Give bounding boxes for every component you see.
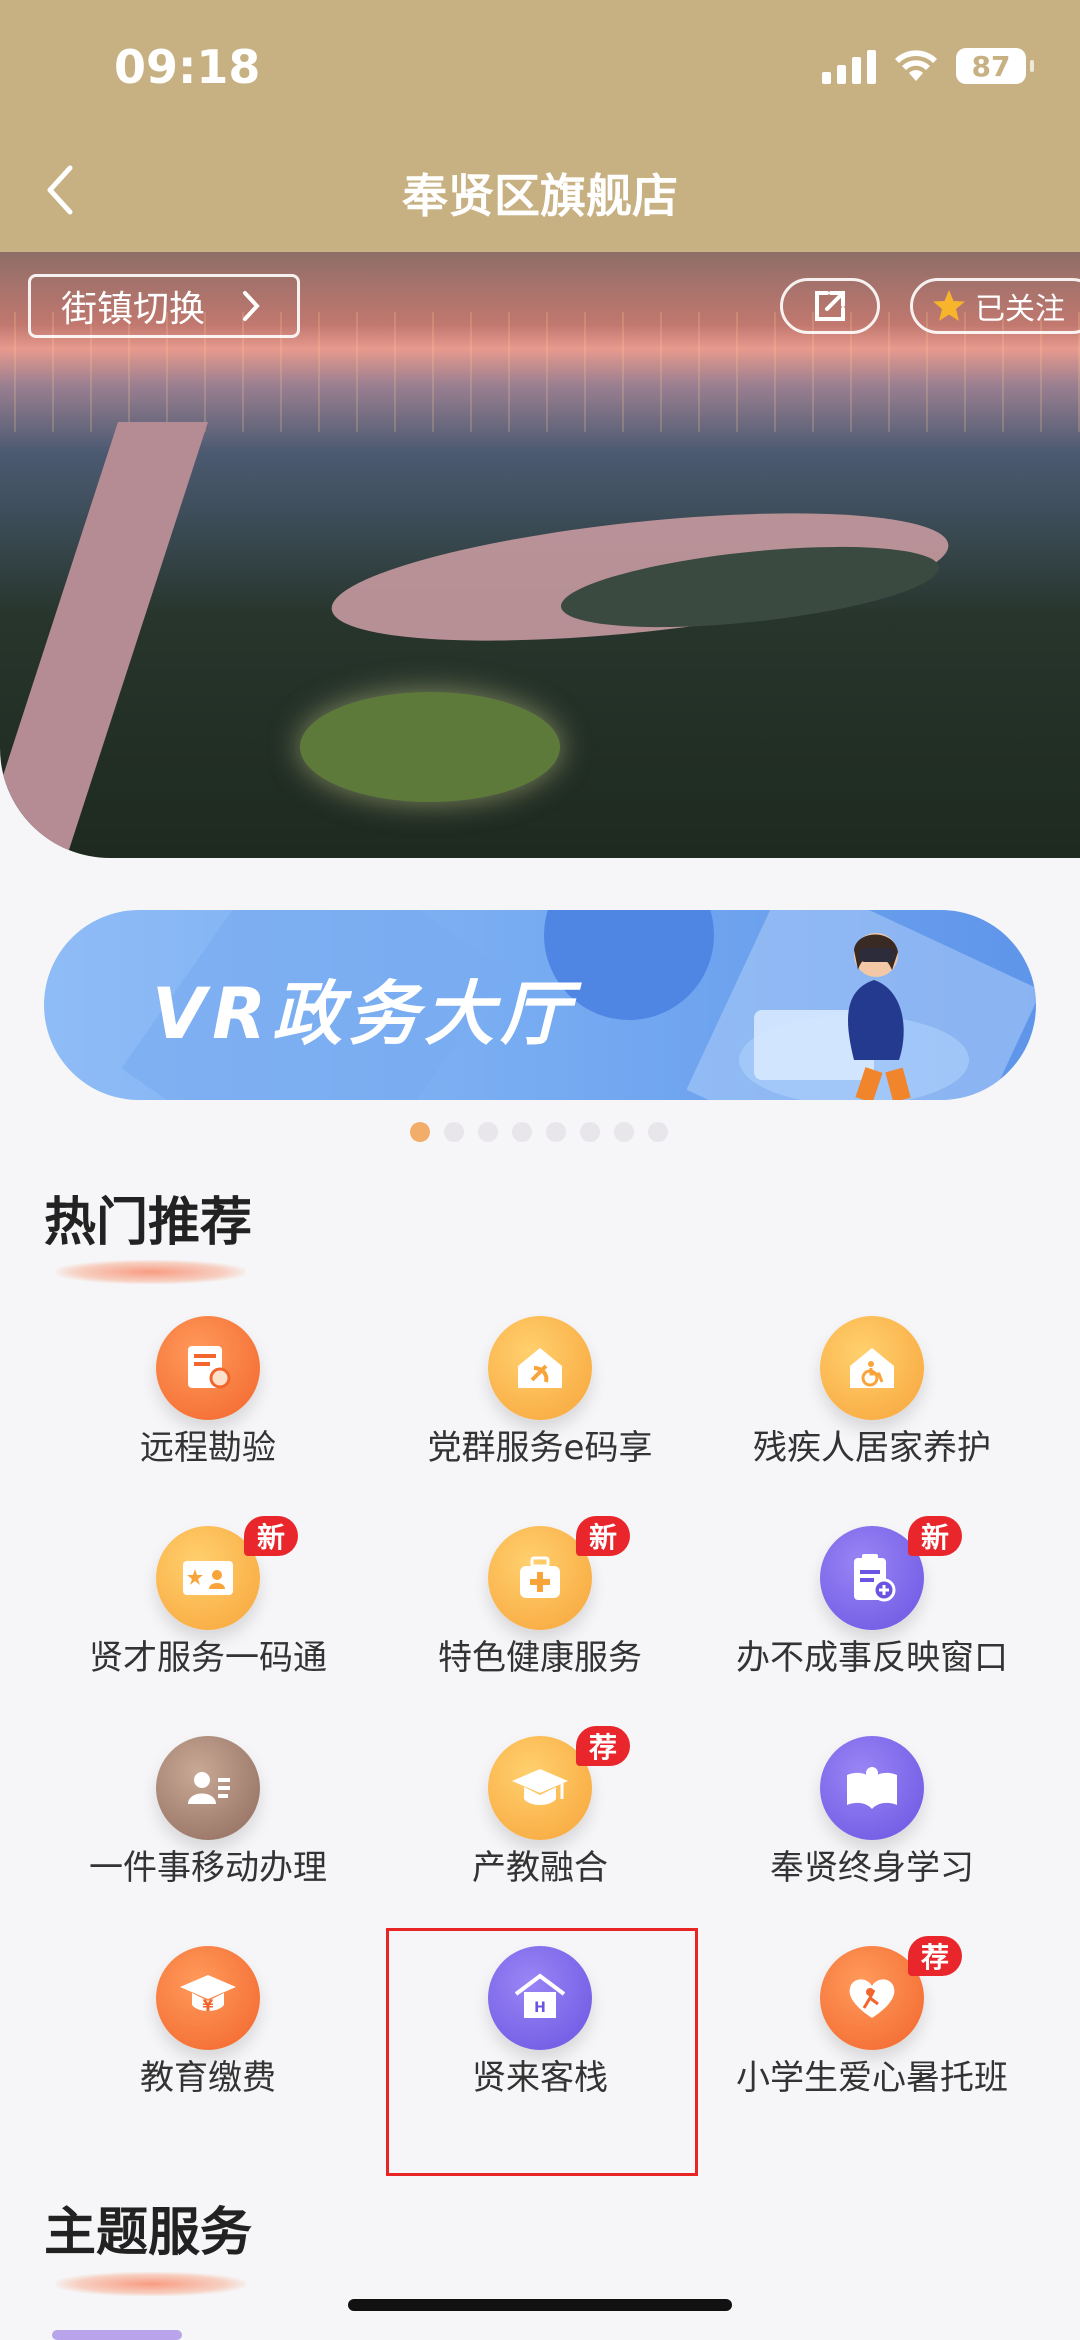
service-item[interactable]: 新 特色健康服务	[374, 1516, 706, 1726]
service-label: 特色健康服务	[438, 1638, 642, 1678]
service-item[interactable]: 一件事移动办理	[42, 1726, 374, 1936]
vr-hall-banner[interactable]: VR政务大厅	[44, 910, 1036, 1100]
service-label: 远程勘验	[140, 1428, 276, 1468]
svg-text:¥: ¥	[202, 1996, 213, 2015]
pagination-dot[interactable]	[546, 1122, 566, 1142]
follow-label: 已关注	[975, 292, 1065, 327]
party-house-icon	[488, 1316, 592, 1420]
service-label: 产教融合	[472, 1848, 608, 1888]
service-label: 党群服务e码享	[427, 1428, 653, 1468]
town-switch-button[interactable]: 街镇切换	[28, 274, 300, 338]
header-bar: 09:18 87 奉贤区旗舰店	[0, 0, 1080, 252]
town-switch-label: 街镇切换	[61, 289, 206, 330]
contact-card-icon	[156, 1736, 260, 1840]
service-item[interactable]: ¥ 教育缴费	[42, 1936, 374, 2146]
document-person-icon	[156, 1316, 260, 1420]
theme-section-title: 主题服务	[44, 2203, 253, 2263]
banner-pagination	[410, 1122, 668, 1142]
signal-icon	[822, 48, 876, 84]
new-badge: 新	[908, 1516, 962, 1556]
service-item[interactable]: 奉贤终身学习	[706, 1726, 1038, 1936]
open-book-icon	[820, 1736, 924, 1840]
service-label: 办不成事反映窗口	[736, 1638, 1008, 1678]
pagination-dot[interactable]	[512, 1122, 532, 1142]
park-shape	[300, 692, 560, 802]
service-label: 奉贤终身学习	[770, 1848, 974, 1888]
chevron-right-icon	[243, 291, 260, 321]
theme-tab-indicator	[52, 2330, 182, 2340]
page-title: 奉贤区旗舰店	[402, 169, 678, 223]
wifi-icon	[895, 50, 937, 81]
banner-title: VR政务大厅	[152, 973, 577, 1055]
selection-highlight	[386, 1928, 698, 2176]
pagination-dot[interactable]	[648, 1122, 668, 1142]
status-time: 09:18	[114, 40, 261, 94]
service-item[interactable]: 荐 产教融合	[374, 1726, 706, 1936]
recommend-badge: 荐	[908, 1936, 962, 1976]
river-shape	[0, 422, 208, 858]
service-label: 教育缴费	[140, 2058, 276, 2098]
pagination-dot[interactable]	[580, 1122, 600, 1142]
home-indicator[interactable]	[348, 2299, 732, 2311]
service-item[interactable]: 新 贤才服务一码通	[42, 1516, 374, 1726]
star-icon	[933, 290, 965, 321]
new-badge: 新	[576, 1516, 630, 1556]
battery-icon: 87	[956, 48, 1034, 84]
follow-button[interactable]: 已关注	[910, 278, 1080, 334]
service-label: 贤才服务一码通	[89, 1638, 327, 1678]
share-icon	[815, 291, 845, 321]
wheelchair-house-icon	[820, 1316, 924, 1420]
status-icons: 87	[822, 48, 1034, 84]
cap-yen-icon: ¥	[156, 1946, 260, 2050]
vr-person-illustration	[739, 933, 969, 1100]
share-button[interactable]	[780, 278, 880, 334]
title-underline	[56, 2272, 246, 2296]
pagination-dot[interactable]	[410, 1122, 430, 1142]
service-label: 残疾人居家养护	[753, 1428, 991, 1468]
title-underline	[56, 1260, 246, 1284]
service-label: 一件事移动办理	[89, 1848, 327, 1888]
pagination-dot[interactable]	[478, 1122, 498, 1142]
service-item[interactable]: 新 办不成事反映窗口	[706, 1516, 1038, 1726]
new-badge: 新	[244, 1516, 298, 1556]
pagination-dot[interactable]	[444, 1122, 464, 1142]
hero-toolbar: 街镇切换 已关注	[0, 252, 1080, 362]
recommend-badge: 荐	[576, 1726, 630, 1766]
hot-section-title: 热门推荐	[44, 1193, 253, 1253]
service-item[interactable]: 党群服务e码享	[374, 1306, 706, 1516]
pagination-dot[interactable]	[614, 1122, 634, 1142]
service-item[interactable]: 残疾人居家养护	[706, 1306, 1038, 1516]
service-label: 小学生爱心暑托班	[736, 2058, 1008, 2098]
service-item[interactable]: 远程勘验	[42, 1306, 374, 1516]
service-item[interactable]: 荐 小学生爱心暑托班	[706, 1936, 1038, 2146]
